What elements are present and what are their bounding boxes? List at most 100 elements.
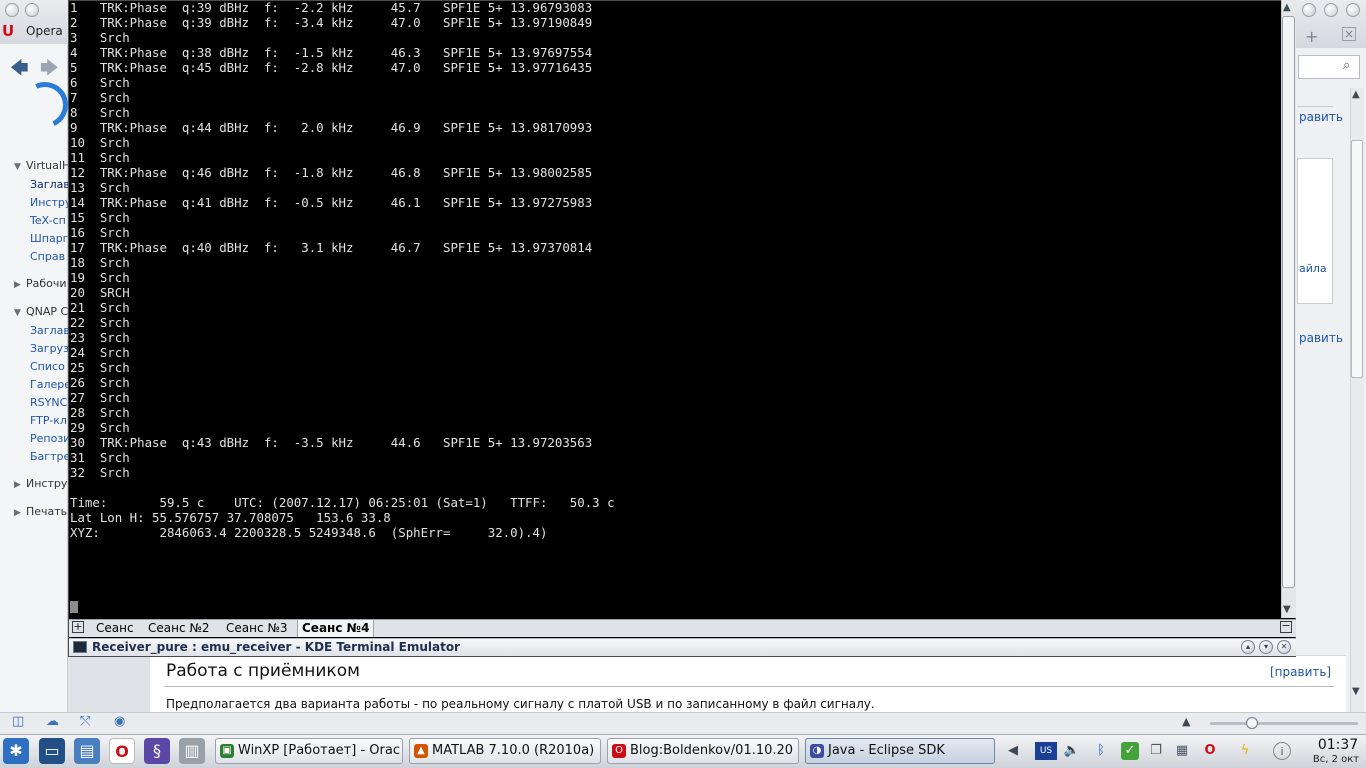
article-paragraph: Предполагается два варианта работы - по …: [166, 697, 875, 711]
opera-menu-button[interactable]: Opera: [26, 24, 63, 38]
sidebar-link[interactable]: TeX-сп: [30, 214, 68, 227]
channel-row: 23 Srch: [70, 330, 130, 345]
opera-launcher-icon[interactable]: O: [109, 738, 135, 764]
share-icon[interactable]: ⤲: [80, 714, 90, 729]
panel-toggle-icon[interactable]: ◫: [12, 714, 24, 729]
opera-tray-icon[interactable]: O: [1201, 742, 1219, 760]
sidebar-link[interactable]: RSYNC: [30, 396, 68, 409]
kde-menu-icon[interactable]: ✱: [3, 738, 29, 764]
tab-session-4[interactable]: Сеанс №4: [297, 620, 375, 637]
sidebar-link[interactable]: Заглав: [30, 324, 68, 337]
keep-above-button[interactable]: ▴: [1241, 640, 1255, 654]
update-check-icon[interactable]: ✓: [1121, 742, 1139, 760]
article-edit-link[interactable]: [править]: [1270, 665, 1331, 679]
tab-session-3[interactable]: Сеанс №3: [222, 620, 292, 637]
volume-icon[interactable]: 🔈: [1063, 742, 1081, 760]
edit-section-link[interactable]: равить: [1299, 110, 1343, 124]
sidebar-link[interactable]: Справ: [30, 250, 68, 263]
channel-row: 24 Srch: [70, 345, 130, 360]
close-tab-icon[interactable]: ×: [1342, 27, 1356, 41]
channel-row: 26 Srch: [70, 375, 130, 390]
eclipse-launcher-icon[interactable]: §: [144, 738, 170, 764]
network-icon[interactable]: ▦: [1173, 742, 1191, 760]
info-box-link[interactable]: айла: [1299, 262, 1327, 275]
virtualbox-icon: ▣: [220, 744, 234, 758]
page-scrollbar-thumb[interactable]: [1351, 140, 1363, 378]
sidebar-link[interactable]: Галере: [30, 378, 68, 391]
new-tab-icon[interactable]: +: [72, 621, 84, 633]
channel-row: 5 TRK:Phase q:45 dBHz f: -2.8 kHz 47.0 S…: [70, 60, 593, 75]
task-winxp[interactable]: ▣ WinXP [Работает] - Orac: [215, 738, 403, 764]
sidebar-link[interactable]: FTP-кл: [30, 414, 68, 427]
browser-window-button[interactable]: [25, 3, 39, 17]
back-arrow-icon[interactable]: 🡄: [10, 56, 29, 86]
sidebar-link[interactable]: Шпарг: [30, 232, 68, 245]
terminal-output[interactable]: 1 TRK:Phase q:39 dBHz f: -2.2 kHz 45.7 S…: [70, 0, 1280, 616]
info-icon[interactable]: i: [1273, 742, 1291, 760]
sidebar-section[interactable]: ▼ VirtualH: [14, 159, 70, 172]
cloud-icon[interactable]: ☁: [46, 714, 59, 729]
trash-icon[interactable]: ▥: [179, 738, 205, 764]
channel-row: 7 Srch: [70, 90, 130, 105]
clock-time[interactable]: 01:37: [1310, 737, 1366, 753]
channel-row: 25 Srch: [70, 360, 130, 375]
sidebar-section[interactable]: ▶ Печать: [14, 505, 67, 518]
channel-row: 21 Srch: [70, 300, 130, 315]
sidebar-link[interactable]: Багтре: [30, 450, 68, 463]
scroll-down-icon[interactable]: ▼: [1352, 686, 1360, 697]
maximize-button[interactable]: [1324, 3, 1338, 17]
sidebar-link[interactable]: Инстру: [30, 196, 68, 209]
scroll-up-icon[interactable]: ▲: [1283, 2, 1291, 13]
zoom-expand-icon[interactable]: ▲: [1182, 715, 1190, 728]
new-tab-plus-icon[interactable]: +: [1305, 27, 1318, 46]
zoom-slider[interactable]: [1210, 722, 1358, 725]
sidebar-section[interactable]: ▶ Инстру: [14, 477, 67, 490]
task-opera-blog[interactable]: O Blog:Boldenkov/01.10.20: [607, 738, 799, 764]
keyboard-layout-flag-icon[interactable]: US: [1035, 742, 1057, 760]
terminal-cursor: [70, 601, 78, 613]
bluetooth-icon[interactable]: ᛒ: [1092, 742, 1110, 760]
speed-dial-icon[interactable]: ◉: [114, 714, 125, 729]
channel-row: 16 Srch: [70, 225, 130, 240]
opera-icon: O: [612, 744, 626, 758]
clipboard-icon[interactable]: ❐: [1147, 742, 1165, 760]
channel-row: 31 Srch: [70, 450, 130, 465]
channel-row: 22 Srch: [70, 315, 130, 330]
sidebar-link[interactable]: Загруз: [30, 342, 68, 355]
sidebar-link[interactable]: Заглав: [30, 178, 68, 191]
scroll-down-icon[interactable]: ▼: [1283, 604, 1291, 615]
search-icon[interactable]: ⌕: [1343, 58, 1350, 73]
browser-window-button[interactable]: [5, 3, 19, 17]
sidebar-section[interactable]: ▶ Рабочи: [14, 277, 67, 290]
task-eclipse[interactable]: ◑ Java - Eclipse SDK: [805, 738, 995, 764]
terminal-window-title: Receiver_pure : emu_receiver - KDE Termi…: [92, 640, 460, 654]
edit-section-link[interactable]: равить: [1299, 331, 1343, 345]
scroll-up-icon[interactable]: ▲: [1352, 89, 1360, 100]
clock-date[interactable]: Вс, 2 окт: [1306, 754, 1366, 765]
article-heading: Работа с приёмником: [166, 661, 360, 681]
channel-row: 9 TRK:Phase q:44 dBHz f: 2.0 kHz 46.9 SP…: [70, 120, 593, 135]
terminal-app-icon[interactable]: [73, 641, 87, 653]
channel-row: 3 Srch: [70, 30, 130, 45]
sidebar-link[interactable]: Списо: [30, 360, 68, 373]
sidebar-link[interactable]: Репози: [30, 432, 68, 445]
sidebar-section[interactable]: ▼ QNAP C: [14, 305, 68, 318]
close-button[interactable]: [1346, 3, 1360, 17]
search-input[interactable]: [1298, 55, 1360, 79]
channel-row: 29 Srch: [70, 420, 130, 435]
collapse-triangle-icon: ▶: [14, 508, 21, 518]
file-manager-icon[interactable]: ▤: [74, 738, 100, 764]
battery-power-icon[interactable]: ϟ: [1236, 742, 1254, 760]
terminal-scrollbar-thumb[interactable]: [1282, 16, 1295, 588]
minimize-button[interactable]: [1302, 3, 1316, 17]
minimize-button[interactable]: ▾: [1259, 640, 1273, 654]
tray-left-arrow-icon[interactable]: ◀: [1004, 742, 1022, 760]
collapse-triangle-icon: ▶: [14, 480, 21, 490]
close-button[interactable]: ✕: [1277, 640, 1291, 654]
close-tab-icon[interactable]: −: [1280, 620, 1292, 633]
desktop-icon[interactable]: ▭: [39, 738, 65, 764]
zoom-slider-handle[interactable]: [1246, 717, 1258, 729]
tab-session-2[interactable]: Сеанс №2: [144, 620, 214, 637]
task-matlab[interactable]: ▲ MATLAB 7.10.0 (R2010a): [409, 738, 601, 764]
tab-session-1[interactable]: Сеанс: [92, 620, 138, 637]
